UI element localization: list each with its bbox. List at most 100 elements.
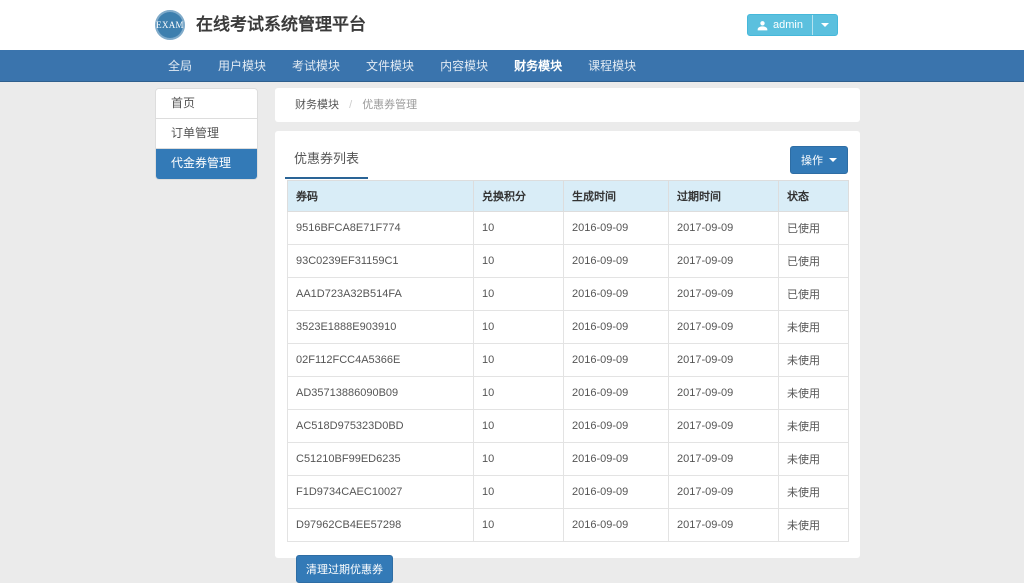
coupon-table-head: 券码兑换积分生成时间过期时间状态 bbox=[288, 181, 849, 212]
coupon-created-date: 2016-09-09 bbox=[564, 443, 669, 476]
coupon-expire-date: 2017-09-09 bbox=[669, 278, 779, 311]
coupon-created-date: 2016-09-09 bbox=[564, 410, 669, 443]
coupon-points: 10 bbox=[474, 443, 564, 476]
table-row: C51210BF99ED6235 10 2016-09-09 2017-09-0… bbox=[288, 443, 849, 476]
coupon-status: 已使用 bbox=[779, 278, 849, 311]
chevron-down-icon bbox=[829, 158, 837, 162]
navbar-item[interactable]: 全局 bbox=[155, 50, 205, 81]
coupon-points: 10 bbox=[474, 509, 564, 542]
coupon-code: 3523E1888E903910 bbox=[288, 311, 474, 344]
table-row: AD35713886090B09 10 2016-09-09 2017-09-0… bbox=[288, 377, 849, 410]
coupon-created-date: 2016-09-09 bbox=[564, 476, 669, 509]
coupon-expire-date: 2017-09-09 bbox=[669, 410, 779, 443]
column-header: 兑换积分 bbox=[474, 181, 564, 212]
table-row: AA1D723A32B514FA 10 2016-09-09 2017-09-0… bbox=[288, 278, 849, 311]
coupon-status: 未使用 bbox=[779, 344, 849, 377]
coupon-table: 券码兑换积分生成时间过期时间状态 9516BFCA8E71F774 10 201… bbox=[287, 180, 849, 542]
chevron-down-icon bbox=[821, 23, 829, 27]
coupon-status: 未使用 bbox=[779, 443, 849, 476]
coupon-status: 未使用 bbox=[779, 410, 849, 443]
navbar-item[interactable]: 财务模块 bbox=[501, 50, 575, 81]
module-navbar: 全局用户模块考试模块文件模块内容模块财务模块课程模块 bbox=[0, 50, 1024, 82]
coupon-created-date: 2016-09-09 bbox=[564, 245, 669, 278]
breadcrumb: 财务模块 / 优惠券管理 bbox=[275, 88, 860, 122]
table-row: 02F112FCC4A5366E 10 2016-09-09 2017-09-0… bbox=[288, 344, 849, 377]
coupon-points: 10 bbox=[474, 344, 564, 377]
top-header-bar: EXAM 在线考试系统管理平台 admin bbox=[0, 0, 1024, 50]
breadcrumb-parent[interactable]: 财务模块 bbox=[295, 99, 339, 111]
coupon-created-date: 2016-09-09 bbox=[564, 377, 669, 410]
sidebar-menu: 首页订单管理代金券管理 bbox=[155, 88, 258, 180]
user-icon bbox=[757, 20, 768, 31]
column-header: 生成时间 bbox=[564, 181, 669, 212]
coupon-expire-date: 2017-09-09 bbox=[669, 509, 779, 542]
navbar-item[interactable]: 内容模块 bbox=[427, 50, 501, 81]
column-header: 过期时间 bbox=[669, 181, 779, 212]
coupon-code: D97962CB4EE57298 bbox=[288, 509, 474, 542]
coupon-panel: 优惠券列表 操作 券码兑换积分生成时间过期时间状态 9516BFCA8E71F7… bbox=[275, 131, 860, 558]
coupon-code: AD35713886090B09 bbox=[288, 377, 474, 410]
coupon-expire-date: 2017-09-09 bbox=[669, 245, 779, 278]
coupon-expire-date: 2017-09-09 bbox=[669, 212, 779, 245]
exam-admin-page: { "header": { "logo_text": "EXAM", "titl… bbox=[0, 0, 1024, 567]
coupon-code: AC518D975323D0BD bbox=[288, 410, 474, 443]
coupon-code: 02F112FCC4A5366E bbox=[288, 344, 474, 377]
coupon-code: AA1D723A32B514FA bbox=[288, 278, 474, 311]
coupon-code: C51210BF99ED6235 bbox=[288, 443, 474, 476]
coupon-created-date: 2016-09-09 bbox=[564, 278, 669, 311]
navbar-item[interactable]: 文件模块 bbox=[353, 50, 427, 81]
coupon-points: 10 bbox=[474, 212, 564, 245]
exam-logo-icon: EXAM bbox=[155, 10, 185, 40]
coupon-points: 10 bbox=[474, 410, 564, 443]
coupon-status: 已使用 bbox=[779, 212, 849, 245]
coupon-points: 10 bbox=[474, 245, 564, 278]
sidebar-item[interactable]: 订单管理 bbox=[156, 119, 257, 149]
coupon-expire-date: 2017-09-09 bbox=[669, 311, 779, 344]
navbar-item[interactable]: 考试模块 bbox=[279, 50, 353, 81]
coupon-points: 10 bbox=[474, 476, 564, 509]
navbar-items: 全局用户模块考试模块文件模块内容模块财务模块课程模块 bbox=[155, 50, 1024, 81]
breadcrumb-card: 财务模块 / 优惠券管理 bbox=[275, 88, 860, 122]
table-row: 3523E1888E903910 10 2016-09-09 2017-09-0… bbox=[288, 311, 849, 344]
coupon-points: 10 bbox=[474, 377, 564, 410]
table-row: 9516BFCA8E71F774 10 2016-09-09 2017-09-0… bbox=[288, 212, 849, 245]
navbar-item[interactable]: 用户模块 bbox=[205, 50, 279, 81]
column-header: 券码 bbox=[288, 181, 474, 212]
coupon-status: 未使用 bbox=[779, 476, 849, 509]
site-title: 在线考试系统管理平台 bbox=[196, 10, 366, 40]
cleanup-expired-coupons-button[interactable]: 清理过期优惠券 bbox=[296, 555, 393, 583]
actions-dropdown-button[interactable]: 操作 bbox=[790, 146, 848, 174]
coupon-points: 10 bbox=[474, 311, 564, 344]
coupon-created-date: 2016-09-09 bbox=[564, 509, 669, 542]
coupon-expire-date: 2017-09-09 bbox=[669, 443, 779, 476]
coupon-points: 10 bbox=[474, 278, 564, 311]
coupon-status: 已使用 bbox=[779, 245, 849, 278]
navbar-item[interactable]: 课程模块 bbox=[575, 50, 649, 81]
actions-button-label: 操作 bbox=[801, 152, 823, 168]
coupon-created-date: 2016-09-09 bbox=[564, 344, 669, 377]
user-name-label: admin bbox=[773, 19, 803, 31]
table-row: D97962CB4EE57298 10 2016-09-09 2017-09-0… bbox=[288, 509, 849, 542]
coupon-table-body: 9516BFCA8E71F774 10 2016-09-09 2017-09-0… bbox=[288, 212, 849, 542]
sidebar-item[interactable]: 首页 bbox=[156, 89, 257, 119]
sidebar-item[interactable]: 代金券管理 bbox=[156, 149, 257, 179]
breadcrumb-separator: / bbox=[349, 99, 352, 111]
table-row: F1D9734CAEC10027 10 2016-09-09 2017-09-0… bbox=[288, 476, 849, 509]
coupon-expire-date: 2017-09-09 bbox=[669, 476, 779, 509]
coupon-expire-date: 2017-09-09 bbox=[669, 344, 779, 377]
coupon-code: F1D9734CAEC10027 bbox=[288, 476, 474, 509]
tab-coupon-list[interactable]: 优惠券列表 bbox=[285, 145, 368, 179]
breadcrumb-current: 优惠券管理 bbox=[362, 99, 417, 111]
coupon-created-date: 2016-09-09 bbox=[564, 311, 669, 344]
coupon-status: 未使用 bbox=[779, 509, 849, 542]
table-row: AC518D975323D0BD 10 2016-09-09 2017-09-0… bbox=[288, 410, 849, 443]
coupon-code: 9516BFCA8E71F774 bbox=[288, 212, 474, 245]
coupon-status: 未使用 bbox=[779, 377, 849, 410]
user-dropdown-button[interactable]: admin bbox=[747, 14, 838, 36]
coupon-status: 未使用 bbox=[779, 311, 849, 344]
coupon-expire-date: 2017-09-09 bbox=[669, 377, 779, 410]
panel-header: 优惠券列表 操作 bbox=[275, 131, 860, 180]
coupon-created-date: 2016-09-09 bbox=[564, 212, 669, 245]
coupon-code: 93C0239EF31159C1 bbox=[288, 245, 474, 278]
brand: EXAM 在线考试系统管理平台 bbox=[155, 10, 366, 40]
